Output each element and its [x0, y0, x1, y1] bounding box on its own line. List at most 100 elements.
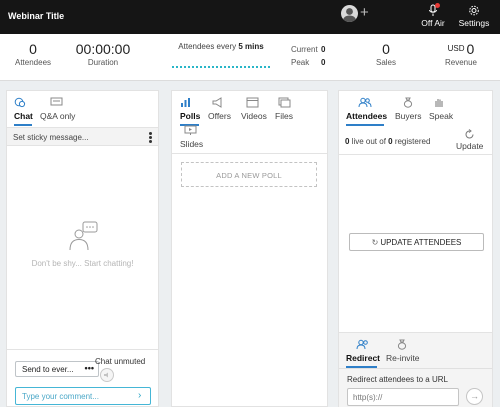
redirect-url-input[interactable] [347, 388, 459, 406]
attendees-status: 0 live out of 0 registered [345, 137, 430, 146]
chat-empty-text: Don't be shy... Start chatting! [31, 259, 134, 268]
chat-empty-state: Don't be shy... Start chatting! [7, 221, 158, 268]
tab-qa-only-label: Q&A only [40, 111, 76, 121]
stats-bar: 0 Attendees 00:00:00 Duration Attendees … [0, 34, 500, 81]
add-icon[interactable]: + [360, 5, 369, 20]
tab-qa-only[interactable]: Q&A only [40, 97, 75, 121]
sales-stat: 0 Sales [360, 41, 412, 67]
money-bag-icon [403, 97, 413, 108]
update-attendees-label: UPDATE ATTENDEES [380, 238, 462, 247]
update-link[interactable]: Update [456, 129, 483, 151]
active-tab-underline [346, 124, 384, 126]
avatar[interactable] [341, 5, 358, 22]
attendees-divider [339, 154, 492, 155]
tab-offers-label: Offers [208, 111, 231, 121]
settings-button[interactable]: Settings [456, 4, 492, 28]
attendees-every-interval: 5 mins [238, 42, 264, 51]
tab-attendees[interactable]: Attendees [346, 97, 388, 126]
send-to-dropdown[interactable]: Send to ever... ••• [15, 361, 99, 377]
files-icon [278, 97, 291, 108]
tab-polls[interactable]: Polls [180, 97, 200, 126]
revenue-label: Revenue [444, 58, 478, 67]
tab-buyers-label: Buyers [395, 111, 422, 121]
people-icon [358, 97, 372, 108]
send-arrow-icon[interactable]: › [138, 391, 141, 401]
refresh-icon [465, 129, 474, 139]
attendees-label: Attendees [14, 58, 52, 67]
duration-label: Duration [87, 58, 119, 67]
tab-speak-label: Speak [429, 111, 454, 121]
raise-hand-icon [435, 99, 443, 107]
chat-panel: Chat Q&A only Set sticky message... Don'… [6, 90, 159, 407]
tab-files-label: Files [275, 111, 293, 121]
tab-offers[interactable]: Offers [208, 97, 231, 121]
redirect-go-button[interactable]: → [466, 388, 483, 405]
tab-files[interactable]: Files [275, 97, 293, 121]
current-value: 0 [321, 45, 326, 54]
tab-re-invite[interactable]: Re-invite [386, 339, 420, 363]
add-poll-button[interactable]: ADD A NEW POLL [181, 162, 317, 187]
active-tab-underline [14, 124, 32, 126]
tab-buyers[interactable]: Buyers [395, 97, 421, 121]
gear-icon [469, 5, 479, 16]
attendees-stat: 0 Attendees [8, 41, 58, 67]
peak-label: Peak [291, 58, 310, 67]
attendees-every-label: Attendees every 5 mins [170, 42, 272, 51]
money-bag-icon [397, 339, 407, 350]
mute-toggle[interactable] [100, 368, 114, 382]
current-stat: Current 0 [291, 45, 325, 54]
sales-count: 0 [382, 41, 390, 57]
user-icon [342, 8, 357, 22]
update-attendees-button[interactable]: ↻ UPDATE ATTENDEES [349, 233, 484, 251]
comment-input[interactable] [15, 387, 151, 405]
current-label: Current [291, 45, 318, 54]
tab-attendees-label: Attendees [346, 111, 388, 121]
off-air-label: Off Air [421, 18, 445, 28]
people-icon [356, 339, 368, 350]
revenue-stat: USD 0 Revenue [435, 41, 487, 67]
off-air-button[interactable]: Off Air [418, 3, 448, 28]
tab-speak[interactable]: Speak [429, 97, 453, 121]
attendees-count: 0 [29, 41, 37, 57]
send-to-more-icon: ••• [84, 363, 94, 373]
tab-slides[interactable]: Slides [180, 125, 203, 149]
tab-chat[interactable]: Chat [14, 97, 33, 126]
duration-value: 00:00:00 [75, 41, 131, 57]
sticky-message-placeholder: Set sticky message... [13, 133, 89, 142]
webinar-title: Webinar Title [8, 11, 65, 21]
send-to-label: Send to ever... [22, 365, 74, 374]
tab-chat-label: Chat [14, 111, 33, 121]
slides-icon [184, 125, 197, 135]
chat-divider [7, 349, 158, 350]
polls-panel: Polls Offers Videos Files Slides ADD A N… [171, 90, 328, 407]
refresh-icon: ↻ [371, 238, 379, 247]
bar-chart-icon [181, 98, 190, 107]
megaphone-icon [212, 97, 222, 108]
tab-redirect-label: Redirect [346, 353, 381, 363]
peak-value: 0 [321, 58, 326, 67]
sales-label: Sales [375, 58, 396, 67]
tab-videos[interactable]: Videos [241, 97, 267, 121]
attendees-panel: Attendees Buyers Speak 0 live out of 0 r… [338, 90, 493, 407]
arrow-right-icon: → [470, 391, 479, 401]
redirect-divider [339, 368, 492, 369]
attendees-every-prefix: Attendees every [178, 42, 239, 51]
redirect-label: Redirect attendees to a URL [347, 375, 448, 384]
live-out-of-text: live out of [349, 137, 389, 146]
tab-slides-label: Slides [180, 139, 204, 149]
tab-redirect[interactable]: Redirect [346, 339, 381, 368]
qa-icon [50, 97, 63, 106]
tab-videos-label: Videos [241, 111, 267, 121]
attendees-sparkline [172, 66, 270, 68]
update-label: Update [456, 141, 484, 151]
more-options-icon[interactable] [149, 132, 152, 143]
revenue-currency: USD [447, 44, 465, 53]
chat-bubble-icon [14, 97, 26, 108]
video-icon [246, 97, 259, 108]
sticky-message-bar[interactable]: Set sticky message... [7, 127, 158, 146]
top-bar: Webinar Title + Off Air Settings [0, 0, 500, 34]
revenue-value: 0 [466, 41, 475, 57]
live-indicator-dot [435, 3, 440, 8]
redirect-section: Redirect Re-invite Redirect attendees to… [339, 332, 492, 407]
chat-status-label: Chat unmuted [95, 357, 146, 366]
